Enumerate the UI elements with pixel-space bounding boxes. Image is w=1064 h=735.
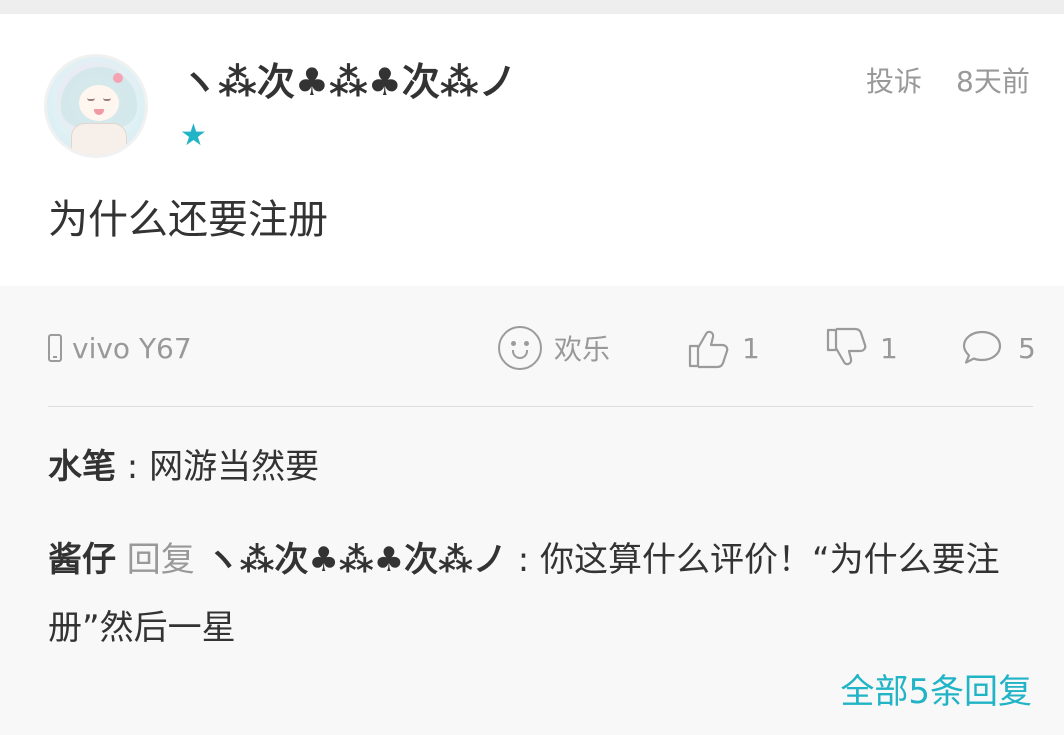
reply-target[interactable]: ヽ⁂次♣⁂♣次⁂ノ [206,540,507,580]
comment-bubble-icon [962,330,1002,364]
all-replies-link[interactable]: 全部5条回复 [840,670,1032,714]
avatar-body [71,123,127,155]
phone-icon [48,334,62,362]
dislike-button[interactable]: 1 [824,324,898,372]
reply-separator: : [116,447,150,487]
top-separator [0,0,1064,14]
thumbs-up-icon [688,330,729,369]
device-label: vivo Y67 [72,331,192,365]
reply-text: 网游当然要 [149,447,320,487]
reply-verb: 回复 [116,540,206,580]
dislike-count: 1 [880,331,898,365]
reply-item[interactable]: 酱仔 回复 ヽ⁂次♣⁂♣次⁂ノ : 你这算什么评价！“为什么要注册”然后一星 [48,526,1033,662]
mood-label: 欢乐 [554,333,611,366]
reply-author[interactable]: 酱仔 [48,540,116,580]
username[interactable]: ヽ⁂次♣⁂♣次⁂ノ [180,56,517,108]
smile-icon [498,326,542,370]
report-button[interactable]: 投诉 [866,64,922,100]
avatar-bow [113,73,123,83]
device-info: vivo Y67 [48,330,192,366]
comment-count: 5 [1018,331,1036,365]
divider [48,406,1033,407]
mood-button[interactable]: 欢乐 [498,324,610,372]
like-button[interactable]: 1 [686,324,760,372]
reply-separator: : [506,540,541,580]
like-count: 1 [742,331,760,365]
reply-item[interactable]: 水笔 : 网游当然要 [48,442,319,492]
thumbs-down-icon [826,327,867,366]
avatar-face [79,85,119,121]
avatar[interactable] [44,54,148,158]
reply-author[interactable]: 水笔 [48,447,116,487]
star-icon: ★ [180,118,207,153]
timestamp: 8天前 [956,65,1030,98]
comment-button[interactable]: 5 [960,324,1036,372]
comment-content: 为什么还要注册 [48,197,328,243]
